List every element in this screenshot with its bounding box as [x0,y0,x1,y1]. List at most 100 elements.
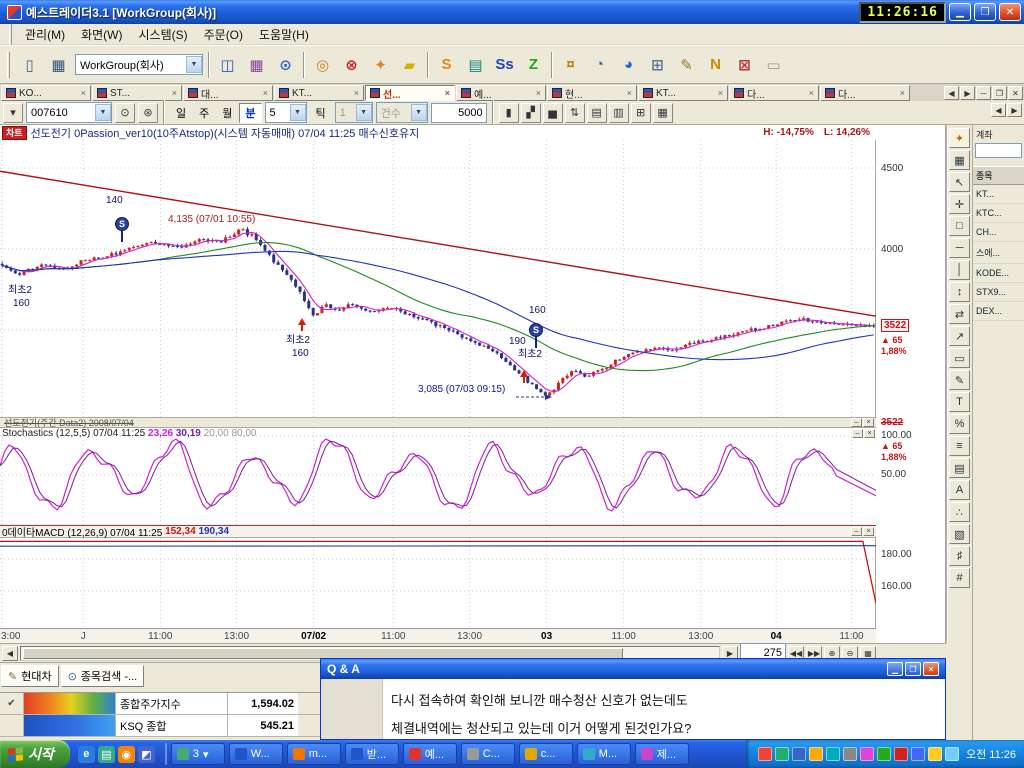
pitchfork-icon[interactable]: ♯ [949,546,970,566]
tab-close-icon[interactable]: × [445,88,450,98]
internet-explorer-icon[interactable]: e [78,746,95,763]
money-bag-icon[interactable]: ¤ [557,51,584,78]
menu-item[interactable]: 시스템(S) [130,24,195,45]
panel-minimize-icon[interactable]: – [851,418,862,427]
panel-minimize-icon[interactable]: ─ [976,86,991,100]
task-button[interactable]: 3▾ [171,743,225,765]
tab-close-icon[interactable]: × [718,88,723,98]
restore-button[interactable]: ❐ [974,3,996,21]
nav-left-icon[interactable]: ◀ [991,103,1006,117]
tab-close-icon[interactable]: × [627,88,632,98]
close-button[interactable]: ✕ [923,662,939,676]
nav-right-icon[interactable]: ▶ [1007,103,1022,117]
signal-s-icon[interactable]: S [433,51,460,78]
hline-icon[interactable]: ─ [949,238,970,258]
minimize-button[interactable]: ▁ [887,662,903,676]
tray-icon[interactable] [945,747,959,761]
tab-close-icon[interactable]: × [172,88,177,98]
pen-icon[interactable]: ✎ [949,370,970,390]
period-button[interactable]: 월 [216,103,238,123]
new-doc-icon[interactable]: ▯ [16,51,43,78]
count-input[interactable] [431,103,487,123]
macd-chart[interactable] [0,538,876,628]
calculator-icon[interactable]: ▤ [462,51,489,78]
panel-close-icon[interactable]: × [863,418,874,427]
blank-icon[interactable]: ▭ [760,51,787,78]
start-button[interactable]: 시작 [0,740,70,768]
watchlist-item[interactable]: CH... [973,223,1024,242]
period-tick-button[interactable]: 틱 [310,103,332,123]
scroll-left-icon[interactable]: ◀ [2,646,18,661]
tab-close-icon[interactable]: × [81,88,86,98]
tab-close-icon[interactable]: × [900,88,905,98]
tab-close-icon[interactable]: × [354,88,359,98]
stop-icon[interactable]: ⊗ [338,51,365,78]
range-icon[interactable]: ↕ [949,282,970,302]
chart-region[interactable]: 차트 선도전기 0Passion_ver10(10주Atstop)(시스템 자동… [0,125,876,643]
volume-icon[interactable]: ▅ [543,103,563,123]
tray-icon[interactable] [758,747,772,761]
task-button[interactable]: M... [577,743,631,765]
tray-icon[interactable] [843,747,857,761]
scrollbar-thumb[interactable] [23,648,623,659]
ss-icon[interactable]: Ss [491,51,518,78]
tray-icon[interactable] [809,747,823,761]
watchlist-item[interactable]: KODE... [973,264,1024,283]
workgroup-combobox[interactable]: WorkGroup(회사) ▼ [75,54,203,75]
chart-tab[interactable]: KO...× [1,85,91,101]
tray-icon[interactable] [928,747,942,761]
panel-minimize-icon[interactable]: – [852,429,863,438]
tab-scroll-right-icon[interactable]: ▶ [960,86,975,100]
bookmark-icon[interactable]: ▾ [3,103,23,123]
grid-icon[interactable]: ▦ [653,103,673,123]
panel-divider[interactable]: 선도전기(주간 Data2) 2008/07/04 – × [0,417,876,428]
rect-draw-icon[interactable]: ▭ [949,348,970,368]
tick-combobox[interactable]: 1 ▼ [335,102,373,123]
vline-icon[interactable]: │ [949,260,970,280]
chart-tab[interactable]: 다...× [820,85,910,101]
dual-monitor-icon[interactable]: ◫ [214,51,241,78]
task-button[interactable]: 받... [345,743,399,765]
main-price-chart[interactable]: 140S4,135 (07/01 10:55)최초2160최초2160160S1… [0,140,876,417]
menu-item[interactable]: 도움말(H) [251,24,317,45]
tray-icon[interactable] [792,747,806,761]
chart-tab[interactable]: KT...× [274,85,364,101]
tab-close-icon[interactable]: × [263,88,268,98]
minimize-button[interactable]: ▁ [949,3,971,21]
chart-tab[interactable]: 선...× [365,85,455,101]
panel-restore-icon[interactable]: ❐ [992,86,1007,100]
chart-zoom-icon[interactable]: ◔ [586,51,613,78]
news-icon[interactable]: N [702,51,729,78]
panel-minimize-icon[interactable]: – [851,527,862,536]
tab-close-icon[interactable]: × [809,88,814,98]
watchlist-item[interactable]: DEX... [973,302,1024,321]
stochastics-panel[interactable]: Stochastics (12,5,5) 07/04 11:25 23,26 3… [0,428,876,525]
chart-tab[interactable]: 예...× [456,85,546,101]
tool-icon[interactable]: ✦ [367,51,394,78]
cursor-icon[interactable]: ↖ [949,172,970,192]
menu-item[interactable]: 주문(O) [196,24,251,45]
watchlist-item[interactable]: STX9... [973,283,1024,302]
cross-icon[interactable]: ✛ [949,194,970,214]
chevron-down-icon[interactable]: ▼ [290,104,306,121]
period-button[interactable]: 일 [170,103,192,123]
qna-window[interactable]: Q & A ▁ ❐ ✕ 다시 접속하여 확인해 보니깐 매수청산 신호가 없는데… [320,658,946,740]
tab-close-icon[interactable]: × [536,88,541,98]
check-icon[interactable]: ✔ [0,693,24,714]
memo-icon[interactable]: ✎ [673,51,700,78]
menu-item[interactable]: 관리(M) [17,24,73,45]
chart-tab[interactable]: 현...× [547,85,637,101]
stochastics-chart[interactable] [0,428,876,525]
count-combobox[interactable]: 건수 ▼ [376,102,428,123]
pattern-icon[interactable]: ▤ [949,458,970,478]
tray-icon[interactable] [826,747,840,761]
crosshair-icon[interactable]: ⊞ [631,103,651,123]
menu-item[interactable]: 화면(W) [73,24,130,45]
task-button[interactable]: W... [229,743,283,765]
text-tool-icon[interactable]: T [949,392,970,412]
task-button[interactable]: c... [519,743,573,765]
eraser-icon[interactable]: ▰ [396,51,423,78]
chart-tab[interactable]: 다...× [729,85,819,101]
watchlist-item[interactable]: 스에... [973,242,1024,264]
zoom-plus-icon[interactable]: ⊛ [138,103,158,123]
